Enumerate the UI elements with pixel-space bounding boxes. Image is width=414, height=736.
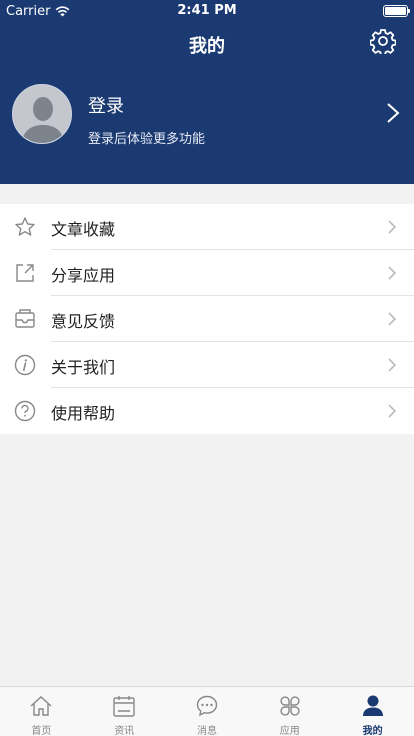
info-icon [14,354,36,376]
menu-item-label: 使用帮助 [51,404,116,423]
menu-item-label: 分享应用 [51,266,116,285]
chevron-right-icon [387,103,400,123]
gear-icon[interactable] [370,28,396,54]
tab-mine[interactable]: 我的 [331,687,414,736]
help-icon [14,400,36,422]
status-bar: Carrier 2:41 PM [0,0,414,22]
tab-label: 资讯 [114,726,135,736]
menu-item-favorites[interactable]: 文章收藏 [0,204,414,250]
menu-item-label: 关于我们 [51,358,116,377]
share-icon [16,264,34,282]
person-icon [362,695,383,716]
star-icon [15,217,35,236]
login-subtitle: 登录后体验更多功能 [88,132,206,147]
chevron-right-icon [388,220,397,234]
calendar-icon [113,696,135,717]
menu-item-feedback[interactable]: 意见反馈 [0,296,414,342]
login-profile-row[interactable]: 登录 登录后体验更多功能 [0,80,414,150]
menu-item-help[interactable]: 使用帮助 [0,388,414,434]
menu-item-share[interactable]: 分享应用 [0,250,414,296]
chevron-right-icon [388,266,397,280]
avatar[interactable] [12,84,72,144]
message-icon [196,695,218,717]
chevron-right-icon [388,312,397,326]
menu-item-label: 文章收藏 [51,220,116,239]
menu-list: 文章收藏 分享应用 意见反馈 关于我们 使用帮助 [0,204,414,434]
header-area: Carrier 2:41 PM 我的 登录 登录后体验更多功能 [0,0,414,184]
tab-messages[interactable]: 消息 [166,687,249,736]
home-icon [30,696,52,716]
tab-news[interactable]: 资讯 [83,687,166,736]
menu-item-label: 意见反馈 [51,312,116,331]
tab-label: 消息 [196,726,217,736]
tab-label: 应用 [279,726,300,736]
chevron-right-icon [388,358,397,372]
tab-label: 首页 [31,726,52,736]
avatar-placeholder-icon [13,85,71,143]
menu-item-about[interactable]: 关于我们 [0,342,414,388]
page-title: 我的 [189,36,225,57]
tab-apps[interactable]: 应用 [248,687,331,736]
battery-icon [383,5,410,17]
chevron-right-icon [388,404,397,418]
tab-home[interactable]: 首页 [0,687,83,736]
status-time: 2:41 PM [177,3,237,18]
tab-bar: 首页 资讯 消息 应用 我的 [0,686,414,736]
feedback-icon [15,309,35,328]
tab-label: 我的 [362,726,383,736]
login-title[interactable]: 登录 [88,92,124,118]
apps-icon [280,696,300,716]
